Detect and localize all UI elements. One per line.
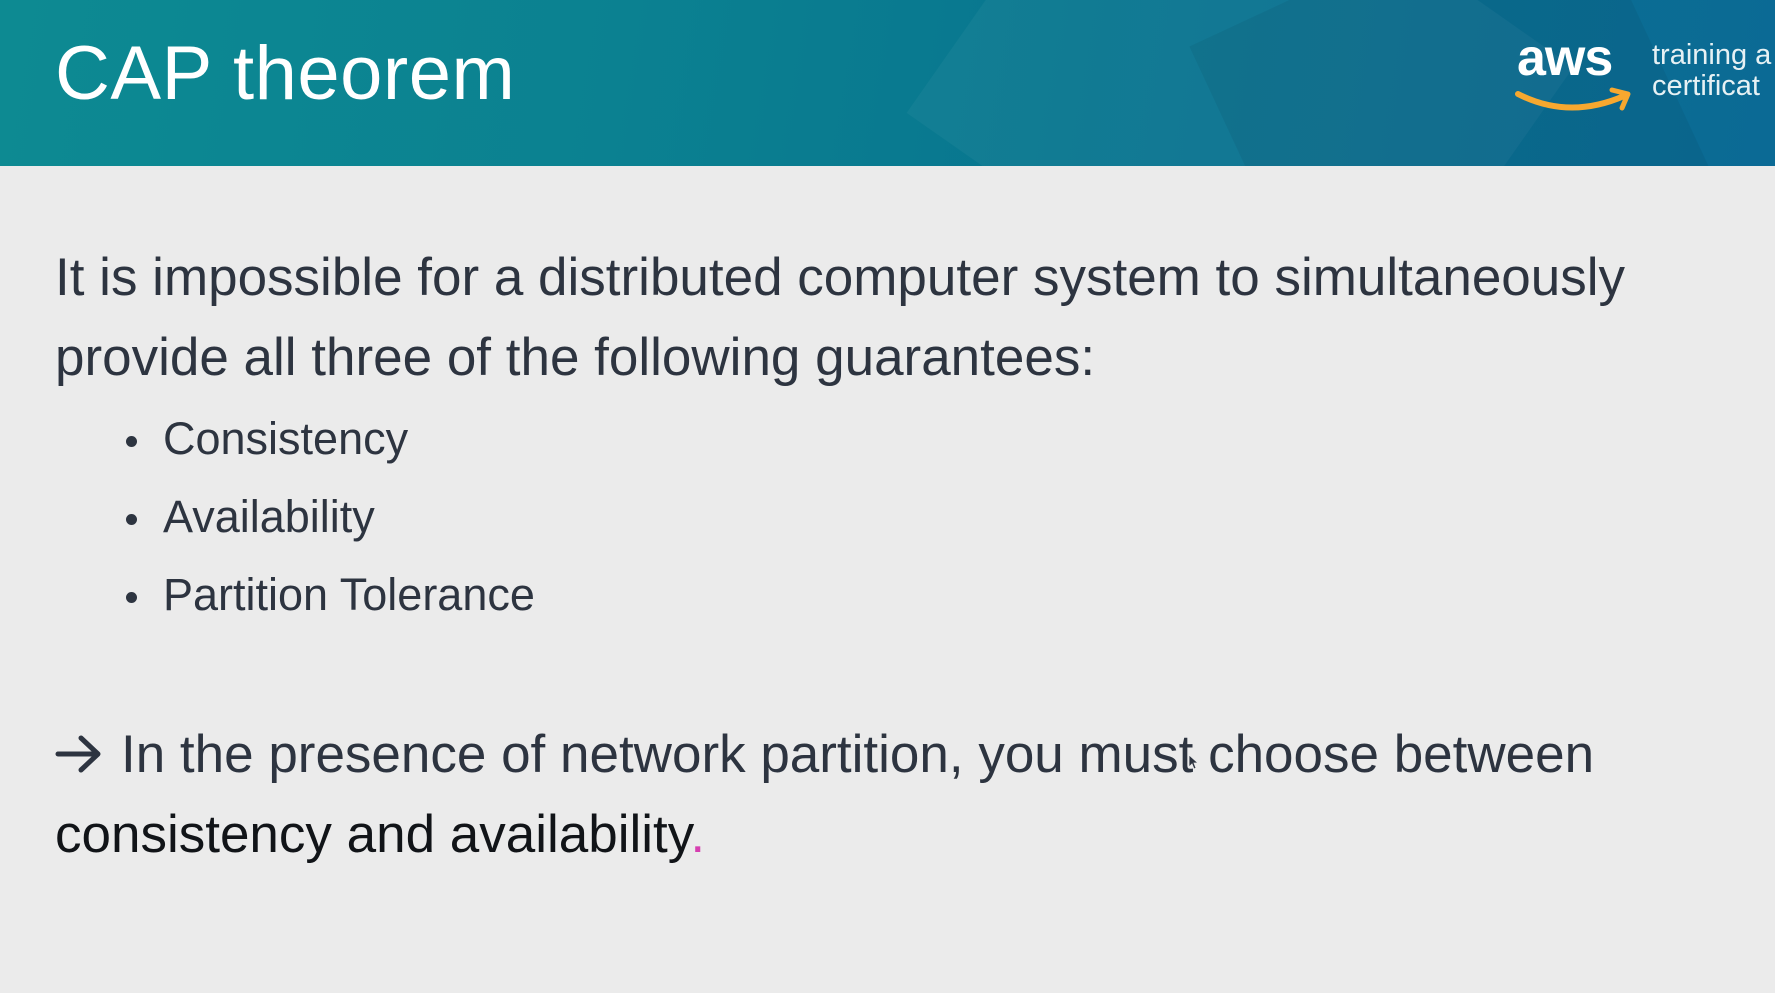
slide-title: CAP theorem <box>55 31 516 116</box>
list-item-label: Availability <box>163 491 375 542</box>
mouse-cursor-icon <box>1188 754 1200 770</box>
list-item-label: Consistency <box>163 413 409 464</box>
list-item-label: Partition Tolerance <box>163 569 535 620</box>
conclusion-line: consistency and availability. <box>55 795 1755 875</box>
list-item: Partition Tolerance <box>126 556 535 634</box>
slide-header: CAP theorem aws training a certificat <box>0 0 1775 166</box>
slide: CAP theorem aws training a certificat It… <box>0 0 1775 993</box>
conclusion-line: In the presence of network partition, yo… <box>55 715 1755 795</box>
guarantees-list: Consistency Availability Partition Toler… <box>126 400 535 634</box>
logo-tagline-line2: certificat <box>1652 70 1760 102</box>
conclusion-text: consistency and availability <box>55 805 691 864</box>
conclusion-paragraph: In the presence of network partition, yo… <box>55 715 1755 875</box>
intro-line: It is impossible for a distributed compu… <box>55 248 1626 307</box>
aws-smile-icon <box>1515 87 1631 111</box>
bullet-icon <box>126 514 137 525</box>
list-item: Consistency <box>126 400 535 478</box>
intro-paragraph: It is impossible for a distributed compu… <box>55 238 1745 398</box>
intro-line: provide all three of the following guara… <box>55 328 1096 387</box>
aws-training-logo: aws training a certificat <box>1512 29 1775 122</box>
right-arrow-icon <box>55 735 101 773</box>
conclusion-text: In the presence of network partition, yo… <box>121 725 1595 784</box>
logo-tagline-line1: training a <box>1652 39 1772 71</box>
bullet-icon <box>126 436 137 447</box>
list-item: Availability <box>126 478 535 556</box>
bullet-icon <box>126 592 137 603</box>
accent-period: . <box>690 805 706 864</box>
aws-wordmark: aws <box>1517 29 1613 87</box>
logo-tagline: training a certificat <box>1652 40 1771 102</box>
